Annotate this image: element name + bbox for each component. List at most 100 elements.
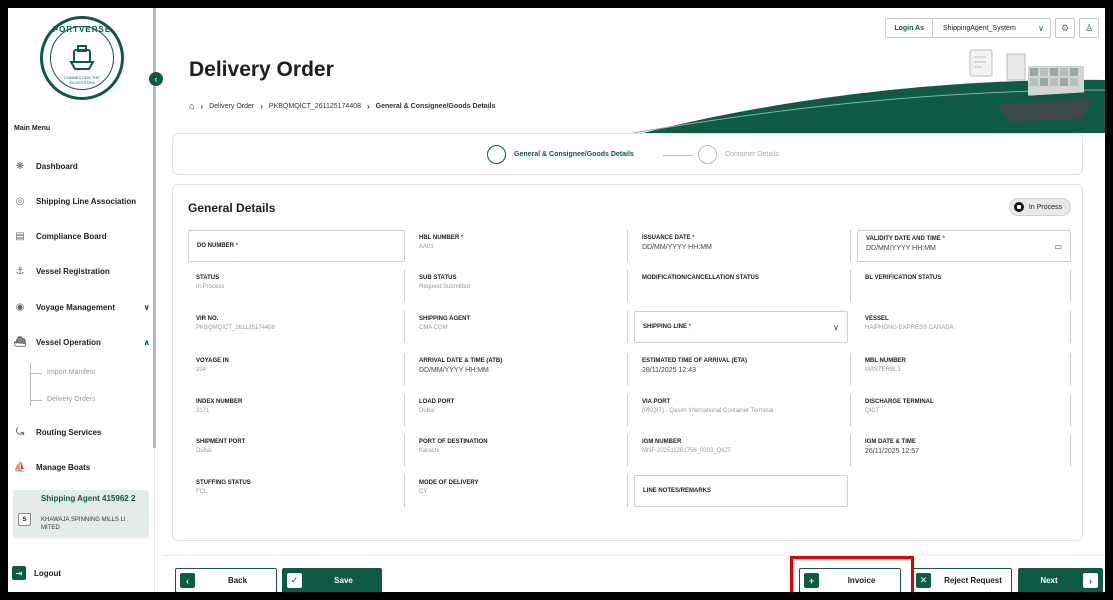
shipping-agent-field: SHIPPING AGENT CMA CGM [411,311,628,343]
top-bar: Login As ShippingAgent_System ∨ ⚙ ♙ [885,18,1099,38]
sidebar-item-manage-boats[interactable]: ⛵ Manage Boats [14,456,150,478]
shipping-line-icon: ◎ [15,195,25,207]
status-field: STATUS In Process [188,270,405,302]
calendar-icon[interactable]: ▭ [1054,242,1062,251]
eta-field: ESTIMATED TIME OF ARRIVAL (ETA) 28/11/20… [634,353,851,385]
close-icon: ✕ [916,573,931,588]
avatar: S [18,513,31,526]
chevron-right-icon: › [200,101,204,111]
vessel-registration-icon: ⚓ [15,265,25,277]
invoice-button[interactable]: + Invoice [799,568,901,592]
sidebar-item-dashboard[interactable]: ❋ Dashboard [14,155,150,177]
next-button[interactable]: Next › [1018,568,1103,592]
arrival-date-field: ARRIVAL DATE & TIME (ATB) DD/MM/YYYY HH:… [411,353,628,385]
logout-icon: ⇥ [12,566,26,580]
collapse-sidebar-button[interactable]: ‹ [149,72,163,86]
page-header: Login As ShippingAgent_System ∨ ⚙ ♙ Deli… [163,8,1105,133]
do-number-field[interactable]: DO NUMBER * [188,230,405,262]
home-icon[interactable]: ⌂ [189,101,194,111]
routing-icon: ⤿ [15,426,25,438]
breadcrumb-current: General & Consignee/Goods Details [375,102,496,110]
progress-stepper: General & Consignee/Goods Details Contai… [172,133,1083,175]
line-notes-input[interactable]: LINE NOTES/REMARKS [634,475,848,507]
vessel-field: VESSEL HAIPHONG EXPRESS CANADA [857,311,1071,343]
stuffing-status-field: STUFFING STATUS FCL [188,475,405,507]
sidebar-item-routing-services[interactable]: ⤿ Routing Services [14,421,150,443]
login-as-label: Login As [886,19,933,37]
breadcrumb-delivery-order[interactable]: Delivery Order [209,103,254,110]
voyage-in-field: VOYAGE IN 234 [188,353,405,385]
mode-of-delivery-field: MODE OF DELIVERY CY [411,475,628,507]
shipping-line-select[interactable]: SHIPPING LINE * ∨ [634,311,848,343]
validity-date-field[interactable]: VALIDITY DATE AND TIME * DD/MM/YYYY HH:M… [857,230,1071,262]
igm-number-field: IGM NUMBER MNF-202511261756_0003_QICT [634,434,851,466]
sidebar: PORTVERSE CONNECTING THE ECOSYSTEM Main … [8,8,156,592]
section-title: General Details [188,201,276,215]
logo-text-top: PORTVERSE [52,25,112,34]
user-profile-card[interactable]: S Shipping Agent 415962 2 KHAWAJA SPINNI… [13,490,149,538]
sidebar-item-shipping-line-association[interactable]: ◎ Shipping Line Association [14,190,150,212]
discharge-terminal-field: DISCHARGE TERMINAL QICT [857,394,1071,426]
chevron-right-icon: › [367,101,370,111]
hbl-number-field: HBL NUMBER * AA01 [411,230,628,262]
logo-text-bottom: CONNECTING THE ECOSYSTEM [64,75,100,85]
chevron-down-icon: ∨ [143,302,151,312]
login-as-selector[interactable]: Login As ShippingAgent_System ∨ [885,18,1051,38]
profile-button[interactable]: ♙ [1079,18,1099,38]
logout-button[interactable]: ⇥ Logout [12,566,61,580]
step-container-details[interactable]: Container Details [698,145,779,164]
status-badge: In Process [1008,198,1071,216]
main-menu-title: Main Menu [14,125,51,132]
igm-date-field: IGM DATE & TIME 26/11/2025 12:57 [857,434,1071,466]
chevron-down-icon: ∨ [833,323,839,332]
index-number-field: INDEX NUMBER 3171 [188,394,405,426]
vir-no-field: VIR NO. PKBQMQICT_261125174408 [188,311,405,343]
app-window: PORTVERSE CONNECTING THE ECOSYSTEM Main … [8,8,1105,592]
step-connector [663,155,693,156]
check-icon: ✓ [287,573,302,588]
login-role-value: ShippingAgent_System [943,24,1016,32]
chevron-up-icon: ∧ [143,337,151,347]
portverse-logo: PORTVERSE CONNECTING THE ECOSYSTEM [40,16,124,100]
general-details-card: General Details In Process DO NUMBER * H… [172,184,1083,541]
back-button[interactable]: ‹ Back [175,568,277,592]
via-port-field: VIA PORT (PKQIT) - Qasim International C… [634,394,851,426]
sidebar-item-vessel-registration[interactable]: ⚓ Vessel Registration [14,260,150,282]
sidebar-subitem-delivery-orders[interactable]: Delivery Orders [31,396,96,403]
vessel-operation-icon: ⛴ [13,336,27,348]
issuance-date-field[interactable]: ISSUANCE DATE * DD/MM/YYYY HH:MM [634,230,851,262]
sidebar-item-vessel-operation[interactable]: ⛴ Vessel Operation ∧ [14,331,150,353]
user-icon: ♙ [1084,22,1094,33]
chevron-left-icon: ‹ [180,573,195,588]
voyage-icon: ◉ [15,301,25,313]
bl-verification-field: BL VERIFICATION STATUS [857,270,1071,302]
settings-button[interactable]: ⚙ [1055,18,1075,38]
action-bar: ‹ Back ✓ Save + Invoice ✕ Reject Request… [163,555,1105,592]
modification-status-field: MODIFICATION/CANCELLATION STATUS [634,270,851,302]
sidebar-subitem-import-manifest[interactable]: Import Manifest [31,369,95,376]
load-port-field: LOAD PORT Dubai [411,394,628,426]
breadcrumb: ⌂ › Delivery Order › PKBQMQICT_261125174… [189,101,495,111]
sub-status-field: SUB STATUS Request Submitted [411,270,628,302]
port-of-destination-field: PORT OF DESTINATION Karachi [411,434,628,466]
cargo-ship-illustration [969,49,1092,122]
plus-icon: + [804,573,819,588]
step-circle-icon [487,145,506,164]
breadcrumb-order-id[interactable]: PKBQMQICT_261125174408 [269,103,361,110]
user-company: KHAWAJA SPINNING MILLS LI MITED [41,517,126,531]
step-general-details[interactable]: General & Consignee/Goods Details [487,145,634,164]
sidebar-item-compliance-board[interactable]: ▤ Compliance Board [14,225,150,247]
status-icon [1013,202,1024,212]
chevron-right-icon: › [260,101,263,111]
dashboard-icon: ❋ [15,160,25,172]
shipment-port-field: SHIPMENT PORT Dubai [188,434,405,466]
compliance-icon: ▤ [15,230,25,242]
user-name: Shipping Agent 415962 2 [41,494,136,503]
chevron-down-icon: ∨ [1038,23,1044,33]
page-title: Delivery Order [189,58,334,81]
mbl-number-field: MBL NUMBER MASTERBL1 [857,353,1071,385]
save-button[interactable]: ✓ Save [282,568,382,592]
gear-icon: ⚙ [1060,22,1070,33]
sidebar-item-voyage-management[interactable]: ◉ Voyage Management ∨ [14,296,150,318]
reject-request-button[interactable]: ✕ Reject Request [911,568,1012,592]
